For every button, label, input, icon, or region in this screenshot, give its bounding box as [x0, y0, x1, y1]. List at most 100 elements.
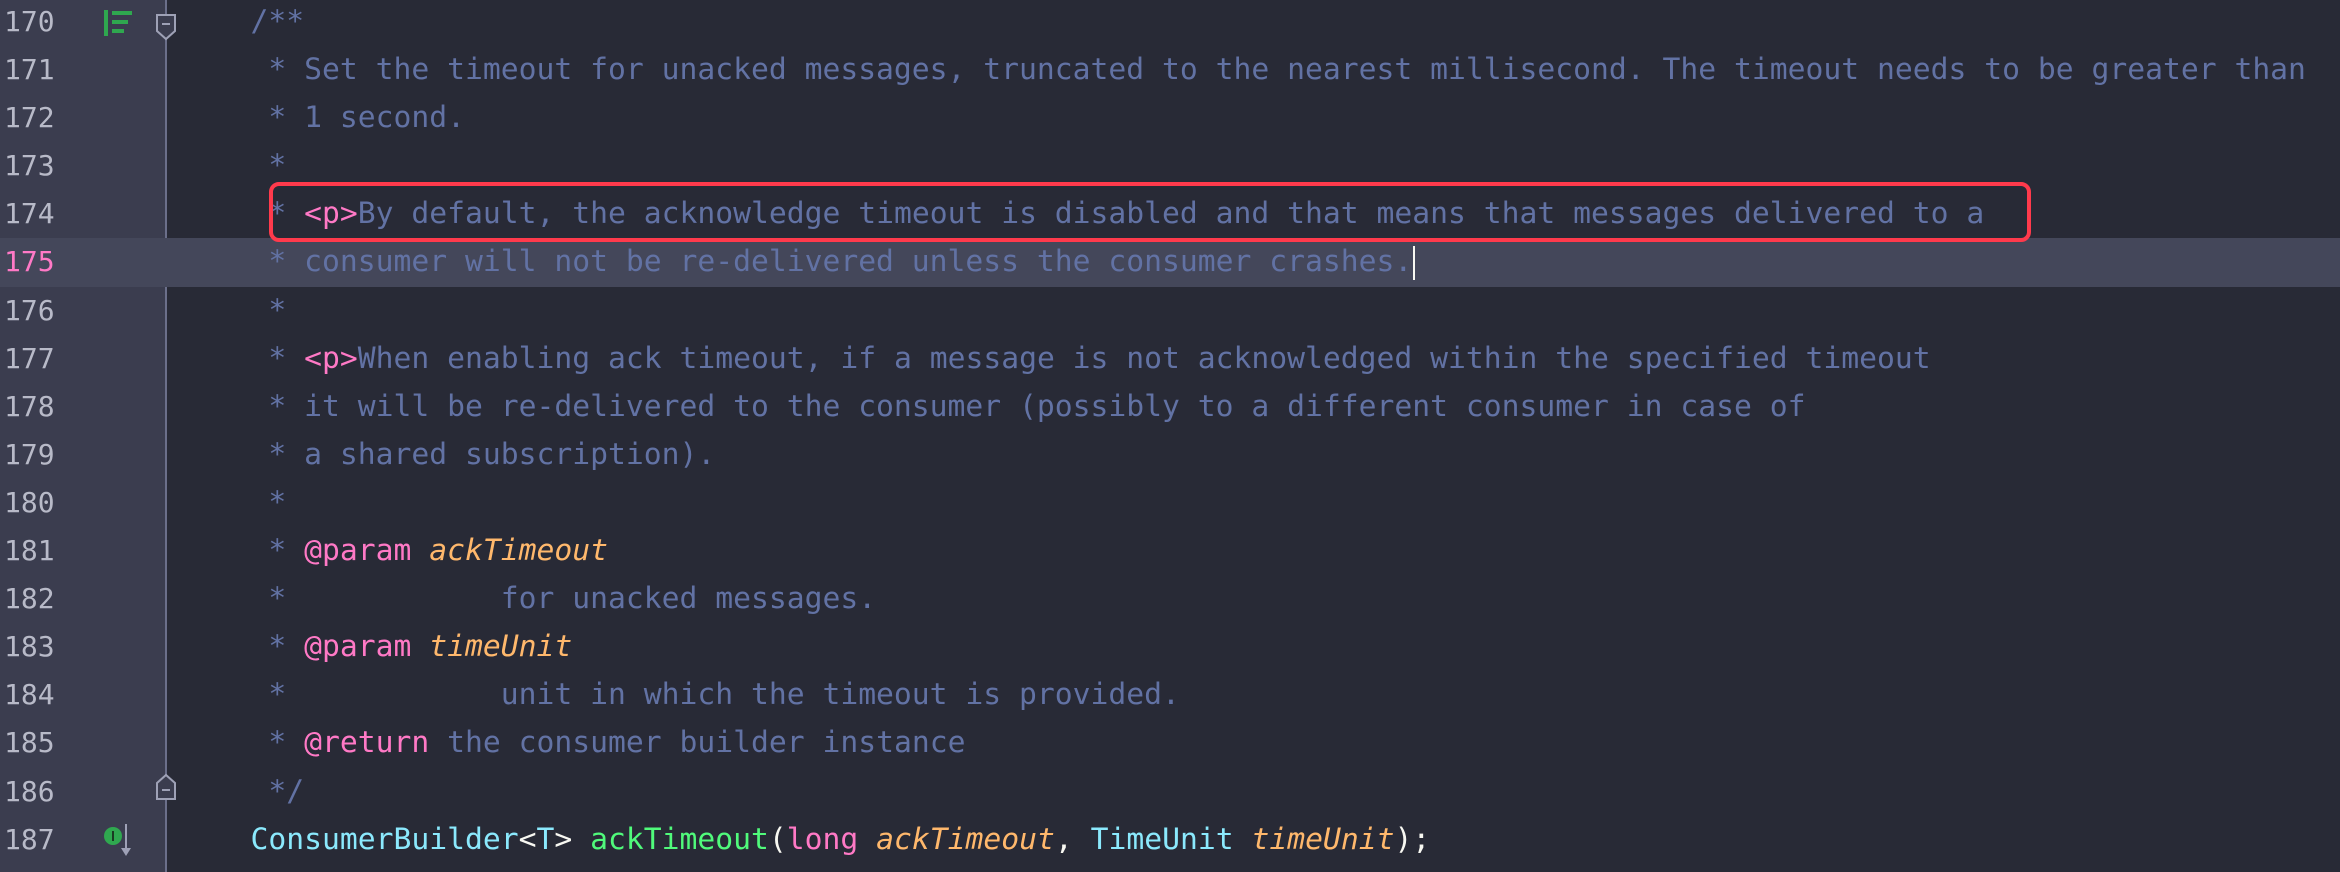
token-comment: *	[179, 148, 287, 184]
token-comment: *	[179, 629, 305, 665]
code-line[interactable]: 181 * @param ackTimeout	[0, 527, 2340, 575]
code-line[interactable]: 176 *	[0, 287, 2340, 335]
text-caret	[1413, 245, 1416, 280]
implemented-interface-down-icon[interactable]	[102, 822, 136, 858]
line-number: 179	[4, 437, 55, 471]
code-line[interactable]: 174 * <p>By default, the acknowledge tim…	[0, 190, 2340, 238]
token-tag: @return	[304, 725, 430, 761]
code-text[interactable]: * it will be re-delivered to the consume…	[179, 383, 1805, 431]
line-number: 176	[4, 293, 55, 327]
token-comment: *	[179, 340, 305, 376]
code-line[interactable]: 186 */	[0, 768, 2340, 816]
code-text[interactable]: * unit in which the timeout is provided.	[179, 671, 1180, 719]
structure-icon[interactable]	[102, 8, 134, 38]
code-text[interactable]: * <p>By default, the acknowledge timeout…	[179, 190, 1984, 238]
fold-collapse-icon[interactable]	[154, 13, 178, 41]
code-text[interactable]: * consumer will not be re-delivered unle…	[179, 238, 1416, 286]
code-text[interactable]: *	[179, 142, 286, 190]
token-type: ConsumerBuilder	[250, 821, 519, 857]
fold-end-icon[interactable]	[154, 773, 178, 801]
token-param: ackTimeout	[429, 533, 608, 569]
code-line[interactable]: 187 ConsumerBuilder<T> ackTimeout(long a…	[0, 816, 2340, 864]
line-number: 184	[4, 678, 55, 712]
line-number: 175	[4, 245, 55, 279]
code-line[interactable]: 182 * for unacked messages.	[0, 575, 2340, 623]
line-number: 185	[4, 726, 55, 760]
token-comment: the consumer builder instance	[429, 725, 966, 761]
code-line[interactable]: 175 * consumer will not be re-delivered …	[0, 238, 2340, 287]
token-comment	[411, 629, 429, 664]
line-number: 174	[4, 197, 55, 231]
code-line[interactable]: 172 * 1 second.	[0, 94, 2340, 142]
token-comment: * a shared subscription).	[179, 436, 716, 472]
line-number: 181	[4, 534, 55, 568]
line-number: 171	[4, 53, 55, 87]
token-comment: *	[179, 484, 287, 520]
code-line[interactable]: 180 *	[0, 479, 2340, 527]
token-comment: * for unacked messages.	[179, 581, 877, 617]
code-text[interactable]: * @return the consumer builder instance	[179, 719, 965, 767]
line-number: 173	[4, 149, 55, 183]
token-param: ackTimeout	[876, 821, 1055, 857]
token-comment: */	[179, 773, 305, 809]
token-tag: @param	[304, 629, 412, 665]
token-comment: *	[179, 196, 305, 232]
token-comment: * Set the timeout for unacked messages, …	[179, 52, 2306, 88]
code-line[interactable]: 185 * @return the consumer builder insta…	[0, 719, 2340, 767]
code-text[interactable]: /**	[179, 0, 304, 46]
code-editor[interactable]: 170 /** 171 * Set the timeout for unacked…	[0, 0, 2340, 864]
code-line[interactable]: 178 * it will be re-delivered to the con…	[0, 383, 2340, 431]
token-plain: <	[518, 821, 537, 857]
code-text[interactable]: * for unacked messages.	[179, 575, 876, 623]
code-line[interactable]: 179 * a shared subscription).	[0, 431, 2340, 479]
token-comment: *	[179, 533, 305, 569]
token-comment: *	[179, 725, 305, 761]
code-text[interactable]: * 1 second.	[179, 94, 465, 142]
line-number: 172	[4, 101, 55, 135]
line-number: 186	[4, 774, 55, 808]
token-comment: *	[179, 292, 287, 328]
token-type: T	[536, 821, 555, 857]
token-comment	[411, 533, 429, 568]
code-text[interactable]: * @param ackTimeout	[179, 527, 608, 575]
code-line[interactable]: 170 /**	[0, 0, 2340, 46]
token-comment: * consumer will not be re-delivered unle…	[179, 244, 1413, 280]
token-plain: );	[1394, 821, 1431, 857]
line-number: 183	[4, 630, 55, 664]
code-text[interactable]: *	[179, 287, 286, 335]
code-line[interactable]: 184 * unit in which the timeout is provi…	[0, 671, 2340, 719]
code-text[interactable]: *	[179, 479, 286, 527]
token-comment: * unit in which the timeout is provided.	[179, 677, 1180, 713]
token-comment: * 1 second.	[179, 100, 465, 136]
line-number: 178	[4, 389, 55, 423]
code-text[interactable]: * @param timeUnit	[179, 623, 572, 671]
line-number: 180	[4, 485, 55, 519]
token-tag: @param	[304, 533, 412, 569]
line-number: 187	[4, 822, 55, 856]
token-type: TimeUnit	[1090, 821, 1234, 857]
code-text[interactable]: * Set the timeout for unacked messages, …	[179, 46, 2306, 94]
token-comment: When enabling ack timeout, if a message …	[357, 340, 1931, 376]
token-fn: ackTimeout	[590, 821, 769, 857]
line-number: 177	[4, 341, 55, 375]
line-number: 170	[4, 5, 55, 38]
line-number: 182	[4, 582, 55, 616]
code-line[interactable]: 173 *	[0, 142, 2340, 190]
token-tag: <p>	[304, 196, 358, 232]
token-param: timeUnit	[429, 629, 573, 665]
token-kw: long	[786, 821, 859, 857]
code-text[interactable]: * a shared subscription).	[179, 431, 715, 479]
token-comment: /**	[179, 4, 305, 39]
code-text[interactable]: */	[179, 768, 304, 816]
token-plain: (	[768, 821, 787, 857]
code-text[interactable]: ConsumerBuilder<T> ackTimeout(long ackTi…	[179, 816, 1431, 864]
code-line[interactable]: 183 * @param timeUnit	[0, 623, 2340, 671]
token-param: timeUnit	[1251, 821, 1395, 857]
code-line[interactable]: 177 * <p>When enabling ack timeout, if a…	[0, 335, 2340, 383]
code-line[interactable]: 171 * Set the timeout for unacked messag…	[0, 46, 2340, 94]
code-text[interactable]: * <p>When enabling ack timeout, if a mes…	[179, 335, 1931, 383]
token-comment: * it will be re-delivered to the consume…	[179, 388, 1806, 424]
